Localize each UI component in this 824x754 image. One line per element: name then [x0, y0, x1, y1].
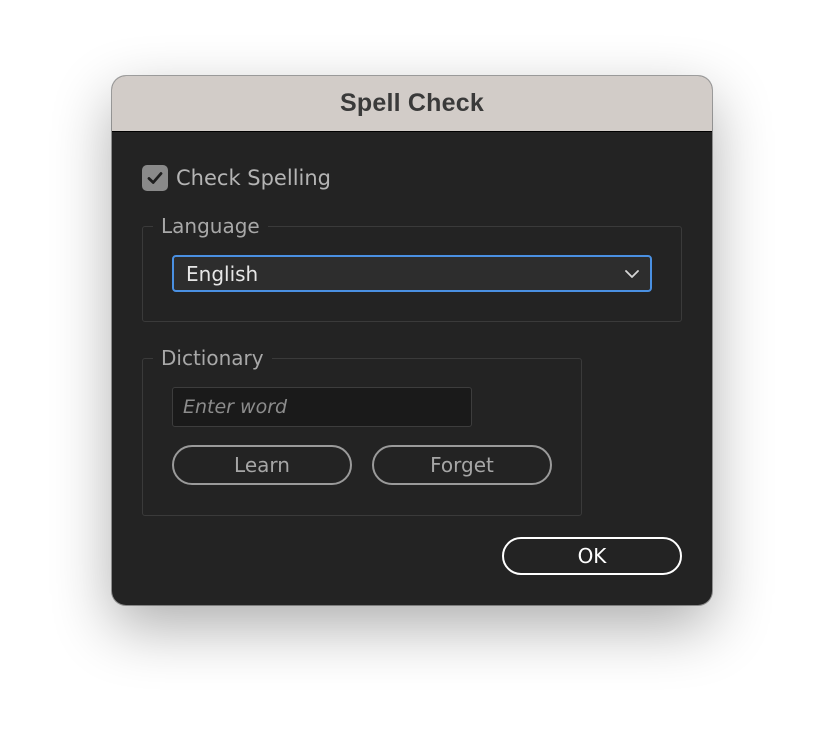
- language-group: Language English: [142, 213, 682, 322]
- language-select-value: English: [186, 261, 259, 286]
- learn-button[interactable]: Learn: [172, 445, 352, 485]
- dictionary-legend: Dictionary: [153, 345, 272, 371]
- enter-word-input[interactable]: [172, 387, 472, 427]
- language-legend: Language: [153, 213, 268, 239]
- language-select[interactable]: English: [172, 255, 652, 292]
- check-spelling-label[interactable]: Check Spelling: [176, 166, 331, 190]
- spell-check-dialog: Spell Check Check Spelling Language Engl…: [112, 76, 712, 605]
- ok-button[interactable]: OK: [502, 537, 682, 575]
- checkmark-icon: [147, 172, 163, 184]
- dialog-titlebar[interactable]: Spell Check: [112, 76, 712, 132]
- dictionary-group: Dictionary Learn Forget: [142, 345, 582, 516]
- chevron-down-icon: [625, 269, 639, 278]
- check-spelling-checkbox[interactable]: [142, 165, 168, 191]
- check-spelling-row[interactable]: Check Spelling: [142, 164, 331, 192]
- dialog-title: Spell Check: [340, 89, 484, 117]
- forget-button[interactable]: Forget: [372, 445, 552, 485]
